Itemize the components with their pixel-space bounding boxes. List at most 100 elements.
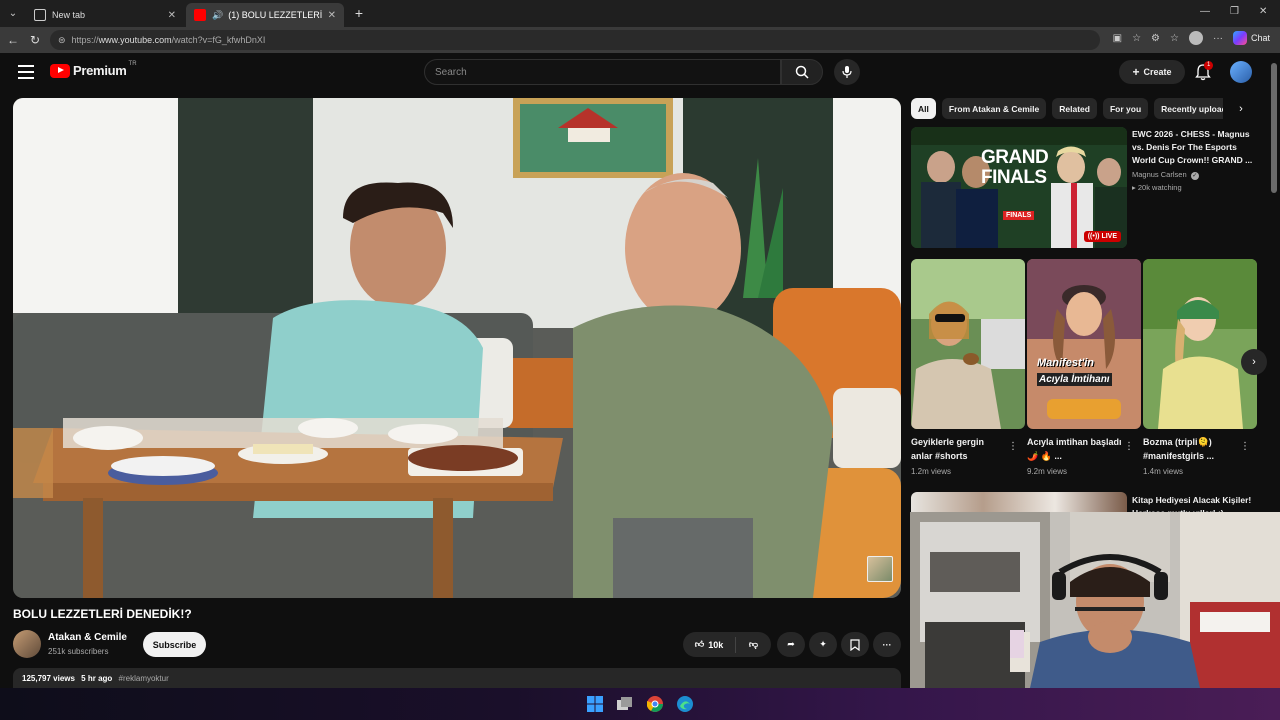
copilot-icon [1232, 31, 1247, 45]
recommended-live-thumbnail[interactable]: GRAND FINALS FINALS ((•)) LIVE [911, 127, 1127, 248]
short-2-views: 9.2m views [1027, 467, 1068, 476]
edge-icon[interactable] [676, 695, 694, 713]
thumbs-down-icon: 👎︎ [748, 639, 759, 649]
chip-related[interactable]: Related [1052, 98, 1097, 119]
subscribe-button[interactable]: Subscribe [143, 632, 206, 657]
youtube-premium-logo[interactable]: Premium TR [50, 60, 137, 78]
speaker-icon[interactable]: 🔊 [212, 10, 223, 21]
video-frame [13, 98, 901, 598]
minimize-icon[interactable]: — [1200, 6, 1210, 17]
favorite-star-icon[interactable]: ☆ [1132, 33, 1141, 44]
windows-start-icon[interactable] [586, 695, 604, 713]
upload-age: 5 hr ago [81, 674, 113, 683]
menu-hamburger-icon[interactable] [18, 65, 34, 79]
webcam-overlay [910, 512, 1280, 688]
new-tab-plus-icon[interactable]: + [350, 4, 368, 22]
youtube-header: Premium TR Search + Create 1 [0, 53, 1268, 93]
video-title: BOLU LEZZETLERİ DENEDİK!? [13, 607, 192, 621]
tab-label: New tab [52, 10, 86, 20]
address-bar[interactable]: ⊜ https:// www.youtube.com /watch?v=fG_k… [50, 30, 1100, 50]
ask-ai-button[interactable]: ✦ [809, 632, 837, 657]
split-screen-icon[interactable]: ▣ [1113, 33, 1122, 44]
thumb-grand-text: GRAND [981, 147, 1049, 168]
hashtag-link[interactable]: #reklamyoktur [119, 674, 169, 683]
chrome-icon[interactable] [646, 695, 664, 713]
short-3-menu-icon[interactable]: ⋮ [1240, 441, 1250, 452]
url-scheme: https:// [71, 35, 99, 45]
search-button[interactable] [781, 59, 823, 85]
subscriber-count: 251k subscribers [48, 647, 109, 656]
page-scrollbar[interactable] [1268, 53, 1280, 512]
search-input[interactable]: Search [424, 59, 781, 85]
browser-tab-strip: ⌄ New tab ✕ 🔊 (1) BOLU LEZZETLERİ DENEDİ… [0, 0, 1280, 27]
microphone-icon [842, 66, 852, 78]
chips-next-chevron-icon[interactable]: › [1232, 100, 1250, 118]
thumb-finals-badge: FINALS [1003, 211, 1035, 220]
recommended-live-channel[interactable]: Magnus Carlsen ✓ [1132, 170, 1199, 180]
tab-close-icon[interactable]: ✕ [168, 10, 176, 21]
short-3-image [1143, 259, 1257, 429]
logo-text: Premium [73, 63, 127, 78]
chip-from-channel[interactable]: From Atakan & Cemile [941, 98, 1047, 119]
more-actions-button[interactable]: ··· [873, 632, 901, 657]
shorts-next-chevron-icon[interactable]: › [1241, 349, 1267, 375]
channel-avatar[interactable] [13, 630, 41, 658]
copilot-chat-button[interactable]: Chat [1232, 31, 1270, 45]
create-label: Create [1143, 67, 1172, 77]
recommended-next-title[interactable]: Kitap Hediyesi Alacak Kişiler! Herkese m… [1132, 494, 1260, 512]
short-3-views: 1.4m views [1143, 467, 1184, 476]
favorites-icon[interactable]: ☆ [1170, 33, 1179, 44]
short-2-overlay-line-2: Acıyla İmtihanı [1037, 373, 1112, 386]
reload-icon[interactable]: ↻ [24, 29, 46, 51]
youtube-play-icon [50, 63, 70, 78]
search-icon [795, 65, 809, 79]
task-view-icon[interactable] [616, 695, 634, 713]
extensions-icon[interactable]: ⚙ [1151, 33, 1160, 44]
channel-name[interactable]: Atakan & Cemile [48, 632, 127, 643]
recommended-next-thumbnail[interactable] [911, 492, 1127, 512]
short-thumbnail-1[interactable] [911, 259, 1025, 429]
tab-youtube[interactable]: 🔊 (1) BOLU LEZZETLERİ DENEDİK!? ✕ [186, 3, 344, 27]
recommended-channel-name: Magnus Carlsen [1132, 170, 1187, 179]
tab-new-tab[interactable]: New tab ✕ [26, 3, 184, 27]
chip-recently-uploaded[interactable]: Recently uploaded [1154, 98, 1223, 119]
chip-for-you[interactable]: For you [1102, 98, 1149, 119]
short-1-menu-icon[interactable]: ⋮ [1008, 441, 1018, 452]
voice-search-button[interactable] [834, 59, 860, 85]
short-1-title[interactable]: Geyiklerle gergin anlar #shorts [911, 435, 1007, 463]
short-thumbnail-3[interactable] [1143, 259, 1257, 429]
video-player[interactable] [13, 98, 901, 598]
scrollbar-thumb[interactable] [1271, 63, 1277, 193]
live-badge: ((•)) LIVE [1083, 231, 1121, 242]
window-close-icon[interactable]: ✕ [1259, 6, 1267, 17]
short-3-title[interactable]: Bozma (tripli🫠) #manifestgirls ... [1143, 435, 1239, 463]
chip-all[interactable]: All [911, 98, 936, 119]
profile-avatar[interactable] [1188, 31, 1203, 45]
url-path: /watch?v=fG_kfwhDnXI [171, 35, 266, 45]
short-2-menu-icon[interactable]: ⋮ [1124, 441, 1134, 452]
save-button[interactable] [841, 632, 869, 657]
account-avatar[interactable] [1230, 61, 1252, 83]
country-code: TR [128, 60, 137, 67]
share-arrow-icon: ➦ [787, 639, 795, 649]
like-button[interactable]: 👍︎ 10k [683, 636, 736, 653]
channel-branding-watermark[interactable] [867, 556, 893, 582]
site-info-icon[interactable]: ⊜ [58, 35, 66, 46]
more-dots-icon[interactable]: ··· [1213, 33, 1223, 44]
short-2-title[interactable]: Acıyla imtihan başladı 🌶️ 🔥 ... [1027, 435, 1123, 463]
short-thumbnail-2[interactable]: Manifest'in Acıyla İmtihanı [1027, 259, 1141, 429]
dislike-button[interactable]: 👎︎ [736, 639, 771, 650]
short-1-image [911, 259, 1025, 429]
short-2-image [1027, 259, 1141, 429]
live-viewers-icon: ▸ [1132, 183, 1136, 192]
create-button[interactable]: + Create [1119, 60, 1185, 84]
share-button[interactable]: ➦ [777, 632, 805, 657]
restore-icon[interactable]: ❐ [1230, 6, 1239, 17]
tab-list-chevron-icon[interactable]: ⌄ [2, 3, 24, 25]
like-dislike-group: 👍︎ 10k 👎︎ [683, 632, 771, 657]
back-arrow-icon[interactable]: ← [2, 29, 24, 51]
search-placeholder: Search [435, 66, 467, 78]
recommended-live-title[interactable]: EWC 2026 - CHESS - Magnus vs. Denis For … [1132, 128, 1260, 167]
bookmark-icon [850, 638, 860, 651]
tab-close-icon[interactable]: ✕ [328, 10, 336, 21]
